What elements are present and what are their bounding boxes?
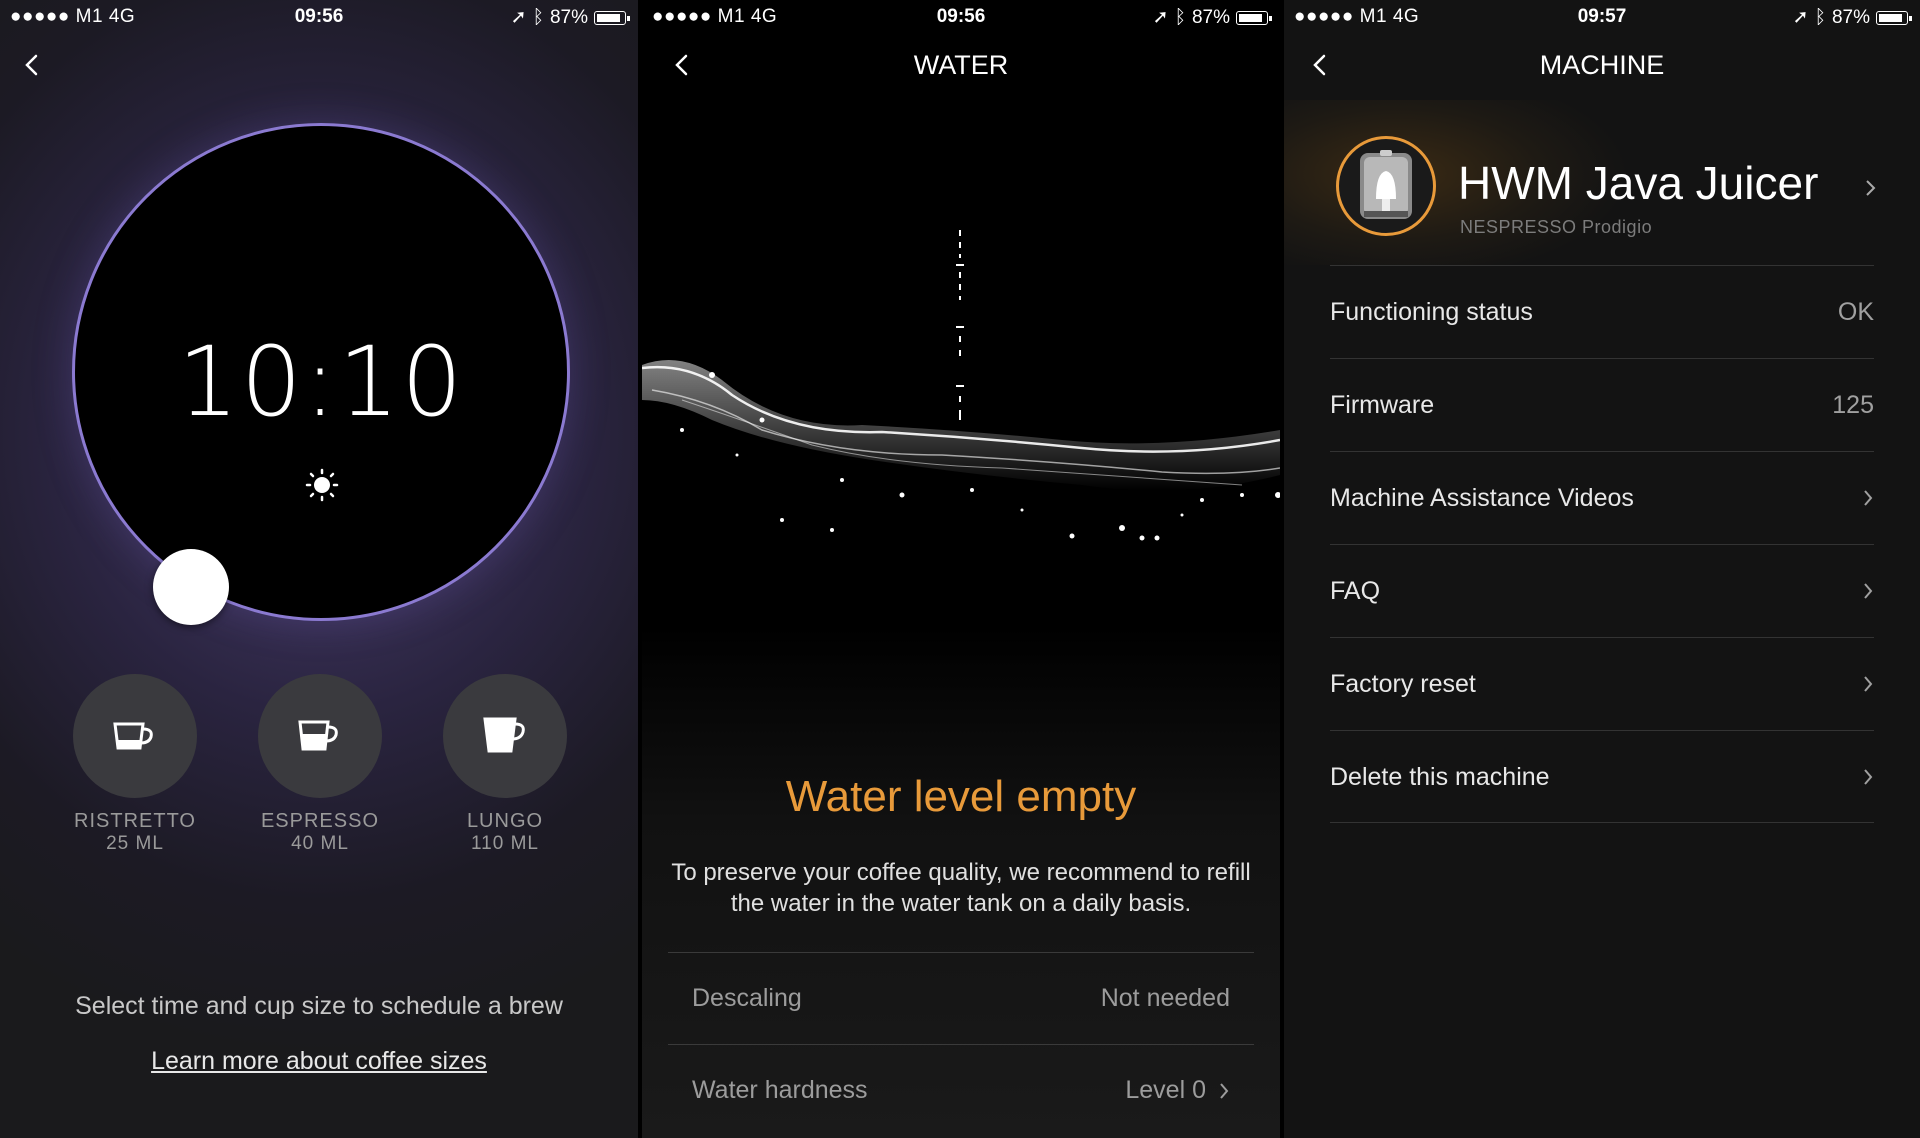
row-value-wrap: Level 0: [1125, 1076, 1230, 1105]
schedule-hint: Select time and cup size to schedule a b…: [75, 992, 563, 1020]
chevron-right-icon: [1864, 490, 1873, 506]
row-label: Firmware: [1330, 390, 1435, 419]
firmware-row: Firmware 125: [1330, 358, 1874, 451]
factory-reset-row[interactable]: Factory reset: [1330, 637, 1874, 730]
cup-ristretto[interactable]: RISTRETTO 25 ML: [55, 674, 215, 855]
row-value: OK: [1837, 297, 1874, 326]
status-bar: ●●●●● M1 4G 09:56 ➚ ᛒ 87%: [642, 0, 1280, 34]
status-bar: ●●●●● M1 4G 09:57 ➚ ᛒ 87%: [1284, 0, 1920, 34]
battery-label: 87%: [1191, 6, 1230, 28]
water-splash-illustration: [642, 230, 1280, 541]
chevron-right-icon: [1864, 676, 1873, 692]
row-label: Delete this machine: [1330, 762, 1550, 791]
row-label: Descaling: [692, 984, 802, 1012]
water-description: To preserve your coffee quality, we reco…: [671, 859, 1251, 917]
battery-label: 87%: [1831, 6, 1870, 28]
cup-lungo[interactable]: LUNGO 110 ML: [425, 674, 585, 855]
cup-espresso[interactable]: ESPRESSO 40 ML: [240, 674, 400, 855]
chevron-right-icon: [1220, 1082, 1229, 1099]
chevron-right-icon: [1864, 583, 1873, 599]
learn-more-link[interactable]: Learn more about coffee sizes: [0, 1047, 638, 1076]
row-label: Machine Assistance Videos: [1330, 483, 1634, 512]
sun-icon: [305, 468, 339, 502]
cup-name: ESPRESSO: [260, 810, 380, 832]
status-right: ➚ ᛒ 87%: [510, 6, 630, 29]
chevron-right-icon: [1864, 769, 1873, 785]
water-status-title: Water level empty: [785, 772, 1137, 821]
row-label: Functioning status: [1330, 297, 1533, 326]
espresso-cup-icon: [298, 720, 338, 751]
location-icon: ➚: [1152, 7, 1169, 28]
dial-time-label: 10:10: [177, 326, 465, 438]
row-label: Factory reset: [1330, 669, 1476, 698]
row-label: FAQ: [1330, 576, 1381, 605]
nav-title: WATER: [913, 50, 1009, 80]
location-icon: ➚: [1792, 7, 1809, 28]
machine-avatar: [1336, 136, 1436, 236]
row-value: Level 0: [1125, 1076, 1206, 1104]
descaling-row: Descaling Not needed: [668, 952, 1254, 1044]
delete-machine-row[interactable]: Delete this machine: [1330, 730, 1874, 823]
bluetooth-icon: ᛒ: [1174, 6, 1186, 28]
cup-volume: 40 ML: [291, 833, 349, 854]
chevron-right-icon: [1866, 180, 1876, 196]
battery-icon: [1876, 10, 1912, 25]
functioning-status-row: Functioning status OK: [1330, 265, 1874, 358]
cup-button[interactable]: [443, 674, 567, 798]
assistance-videos-row[interactable]: Machine Assistance Videos: [1330, 451, 1874, 544]
faq-row[interactable]: FAQ: [1330, 544, 1874, 637]
back-chevron-icon[interactable]: [22, 54, 44, 76]
cup-volume: 25 ML: [106, 833, 164, 854]
cup-button[interactable]: [73, 674, 197, 798]
water-screen: ●●●●● M1 4G 09:56 ➚ ᛒ 87% WATER Water le…: [642, 0, 1280, 1138]
time-dial[interactable]: 10:10: [72, 123, 570, 621]
status-bar: ●●●●● M1 4G 09:56 ➚ ᛒ 87%: [0, 0, 638, 34]
row-value: 125: [1832, 390, 1874, 419]
coffee-machine-icon: [1360, 150, 1412, 219]
nav-title: MACHINE: [1539, 50, 1665, 80]
ristretto-cup-icon: [113, 722, 153, 750]
row-label: Water hardness: [692, 1076, 868, 1104]
status-right: ➚ ᛒ 87%: [1792, 6, 1912, 29]
machine-name: HWM Java Juicer: [1458, 157, 1819, 209]
machine-header[interactable]: HWM Java Juicer NESPRESSO Prodigio: [1284, 100, 1920, 265]
machine-model: NESPRESSO Prodigio: [1460, 217, 1653, 237]
bluetooth-icon: ᛒ: [532, 6, 544, 28]
cup-size-selector: RISTRETTO 25 ML ESPRESSO 40 ML LUNGO 110…: [0, 674, 638, 864]
battery-icon: [1236, 10, 1272, 25]
dial-handle[interactable]: [153, 549, 229, 625]
machine-screen: ●●●●● M1 4G 09:57 ➚ ᛒ 87% MACHINE HWM Ja…: [1284, 0, 1920, 1138]
water-hardness-row[interactable]: Water hardness Level 0: [668, 1044, 1254, 1136]
cup-volume: 110 ML: [471, 833, 539, 854]
list-end-divider: [1330, 822, 1874, 823]
cup-name: LUNGO: [466, 810, 544, 832]
brew-schedule-screen: ●●●●● M1 4G 09:56 ➚ ᛒ 87% 10:10 RISTRETT…: [0, 0, 638, 1138]
nav-bar: MACHINE: [1284, 34, 1920, 100]
battery-label: 87%: [549, 6, 588, 28]
cup-name: RISTRETTO: [74, 810, 196, 832]
bluetooth-icon: ᛒ: [1814, 6, 1826, 28]
location-icon: ➚: [510, 7, 527, 28]
lungo-cup-icon: [483, 717, 525, 753]
nav-bar: [0, 34, 638, 100]
nav-bar: WATER: [642, 34, 1280, 100]
cup-button[interactable]: [258, 674, 382, 798]
status-right: ➚ ᛒ 87%: [1152, 6, 1272, 29]
row-value: Not needed: [1100, 984, 1230, 1012]
battery-icon: [594, 10, 630, 25]
